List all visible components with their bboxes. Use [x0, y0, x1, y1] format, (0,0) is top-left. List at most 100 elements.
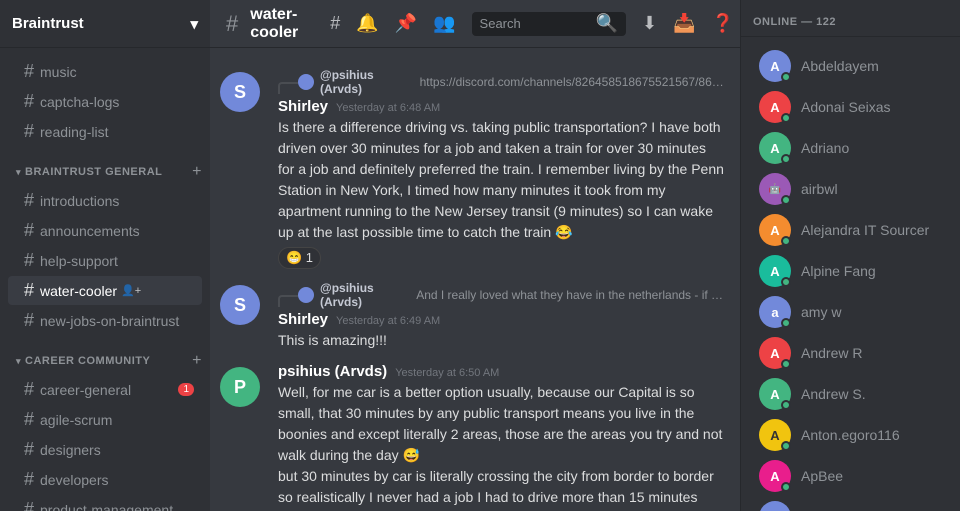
section-career-community[interactable]: ▾ CAREER COMMUNITY +: [0, 336, 210, 374]
message-group: S @psihius (Arvds) And I really loved wh…: [210, 277, 740, 355]
member-avatar: A: [759, 460, 791, 492]
member-apbee[interactable]: A ApBee: [749, 456, 952, 496]
members-icon[interactable]: 👥: [433, 13, 455, 34]
channel-career-general[interactable]: # career-general 1: [8, 375, 202, 404]
channel-reading-list[interactable]: # reading-list: [8, 117, 202, 146]
member-adonai-seixas[interactable]: A Adonai Seixas: [749, 87, 952, 127]
add-members-icon: 👤+: [121, 284, 141, 297]
channel-announcements[interactable]: # announcements: [8, 216, 202, 245]
member-avatar: A: [759, 50, 791, 82]
unread-badge: 1: [178, 383, 194, 396]
message-author: Shirley: [278, 98, 328, 115]
reaction-button[interactable]: 😁 1: [278, 247, 321, 269]
reply-indicator: @psihius (Arvds) https://discord.com/cha…: [278, 68, 724, 96]
pin-icon[interactable]: 📌: [395, 13, 417, 34]
member-name: airbwl: [801, 181, 838, 197]
channel-name: water-cooler: [250, 6, 298, 42]
right-sidebar: ONLINE — 122 A Abdeldayem A Adonai Seixa…: [740, 0, 960, 511]
members-list: A Abdeldayem A Adonai Seixas A Adriano 🤖…: [741, 37, 960, 511]
message-meta: psihius (Arvds) Yesterday at 6:50 AM: [278, 363, 724, 380]
hash-icon: #: [24, 220, 34, 241]
add-channel-icon[interactable]: +: [192, 163, 202, 181]
message-meta: Shirley Yesterday at 6:49 AM: [278, 311, 724, 328]
message-group: S @psihius (Arvds) https://discord.com/c…: [210, 64, 740, 273]
status-dot: [781, 482, 791, 492]
hash-icon: #: [24, 499, 34, 511]
member-name: Andrew R: [801, 345, 862, 361]
member-name: Adonai Seixas: [801, 99, 891, 115]
reply-text[interactable]: https://discord.com/channels/82645851867…: [420, 75, 724, 89]
messages-area: S @psihius (Arvds) https://discord.com/c…: [210, 48, 740, 511]
reply-username: @psihius (Arvds): [320, 281, 410, 309]
member-adriano[interactable]: A Adriano: [749, 128, 952, 168]
status-dot: [781, 195, 791, 205]
search-box[interactable]: 🔍: [472, 12, 626, 36]
message-content: @psihius (Arvds) And I really loved what…: [278, 281, 724, 351]
member-name: Anton.egoro116: [801, 427, 900, 443]
member-avatar: A: [759, 255, 791, 287]
server-header[interactable]: Braintrust ▾: [0, 0, 210, 48]
message-text: Well, for me car is a better option usua…: [278, 382, 724, 511]
channel-music[interactable]: # music: [8, 57, 202, 86]
channel-label: agile-scrum: [40, 412, 112, 428]
message-time: Yesterday at 6:48 AM: [336, 102, 440, 114]
member-alejandra[interactable]: A Alejandra IT Sourcer: [749, 210, 952, 250]
section-braintrust-general[interactable]: ▾ BRAINTRUST GENERAL +: [0, 147, 210, 185]
channel-list: # music # captcha-logs # reading-list ▾ …: [0, 48, 210, 511]
channel-help-support[interactable]: # help-support: [8, 246, 202, 275]
search-icon: 🔍: [596, 13, 618, 34]
online-header: ONLINE — 122: [741, 0, 960, 37]
channel-new-jobs-on-braintrust[interactable]: # new-jobs-on-braintrust: [8, 306, 202, 335]
status-dot: [781, 400, 791, 410]
hash-icon: #: [24, 310, 34, 331]
channel-agile-scrum[interactable]: # agile-scrum: [8, 405, 202, 434]
channel-label: captcha-logs: [40, 94, 119, 110]
member-amy-w[interactable]: a amy w: [749, 292, 952, 332]
member-name: Alejandra IT Sourcer: [801, 222, 929, 238]
message-meta: Shirley Yesterday at 6:48 AM: [278, 98, 724, 115]
member-alpine-fang[interactable]: A Alpine Fang: [749, 251, 952, 291]
reply-avatar: [298, 74, 314, 90]
sidebar: Braintrust ▾ # music # captcha-logs # re…: [0, 0, 210, 511]
section-label: CAREER COMMUNITY: [25, 355, 150, 367]
channel-designers[interactable]: # designers: [8, 435, 202, 464]
member-avatar: A: [759, 214, 791, 246]
channel-product-management[interactable]: # product-management: [8, 495, 202, 511]
search-input[interactable]: [480, 16, 590, 31]
member-andrew-r[interactable]: A Andrew R: [749, 333, 952, 373]
member-anton[interactable]: A Anton.egoro116: [749, 415, 952, 455]
channel-label: reading-list: [40, 124, 108, 140]
hash-icon: #: [24, 409, 34, 430]
channel-water-cooler[interactable]: # water-cooler 👤+: [8, 276, 202, 305]
inbox-icon[interactable]: 📥: [673, 13, 695, 34]
add-channel-icon[interactable]: +: [192, 352, 202, 370]
channel-label: new-jobs-on-braintrust: [40, 313, 179, 329]
member-andrew-s[interactable]: A Andrew S.: [749, 374, 952, 414]
member-avatar: A: [759, 419, 791, 451]
member-name: ApBee: [801, 468, 843, 484]
reply-avatar: [298, 287, 314, 303]
message-content: psihius (Arvds) Yesterday at 6:50 AM Wel…: [278, 363, 724, 511]
server-chevron: ▾: [190, 15, 198, 33]
hash-icon: #: [24, 61, 34, 82]
member-aubrey[interactable]: A Aubrey: [749, 497, 952, 511]
header-icons: # 🔔 📌 👥 🔍 ⬇ 📥 ❓: [330, 12, 734, 36]
main-chat: # water-cooler # 🔔 📌 👥 🔍 ⬇ 📥 ❓ S: [210, 0, 740, 511]
channel-introductions[interactable]: # introductions: [8, 186, 202, 215]
member-avatar: A: [759, 132, 791, 164]
channel-developers[interactable]: # developers: [8, 465, 202, 494]
channel-captcha-logs[interactable]: # captcha-logs: [8, 87, 202, 116]
member-abdeldayem[interactable]: A Abdeldayem: [749, 46, 952, 86]
section-arrow: ▾: [16, 356, 21, 367]
bell-icon[interactable]: 🔔: [356, 13, 378, 34]
help-icon[interactable]: ❓: [711, 13, 733, 34]
hash-icon: #: [24, 469, 34, 490]
channel-label: product-management: [40, 502, 173, 511]
status-dot: [781, 154, 791, 164]
download-icon[interactable]: ⬇: [642, 13, 657, 34]
status-dot: [781, 359, 791, 369]
member-airbwl[interactable]: 🤖 airbwl: [749, 169, 952, 209]
member-avatar: 🤖: [759, 173, 791, 205]
hash-threads-icon[interactable]: #: [330, 13, 340, 34]
hash-icon: #: [24, 91, 34, 112]
